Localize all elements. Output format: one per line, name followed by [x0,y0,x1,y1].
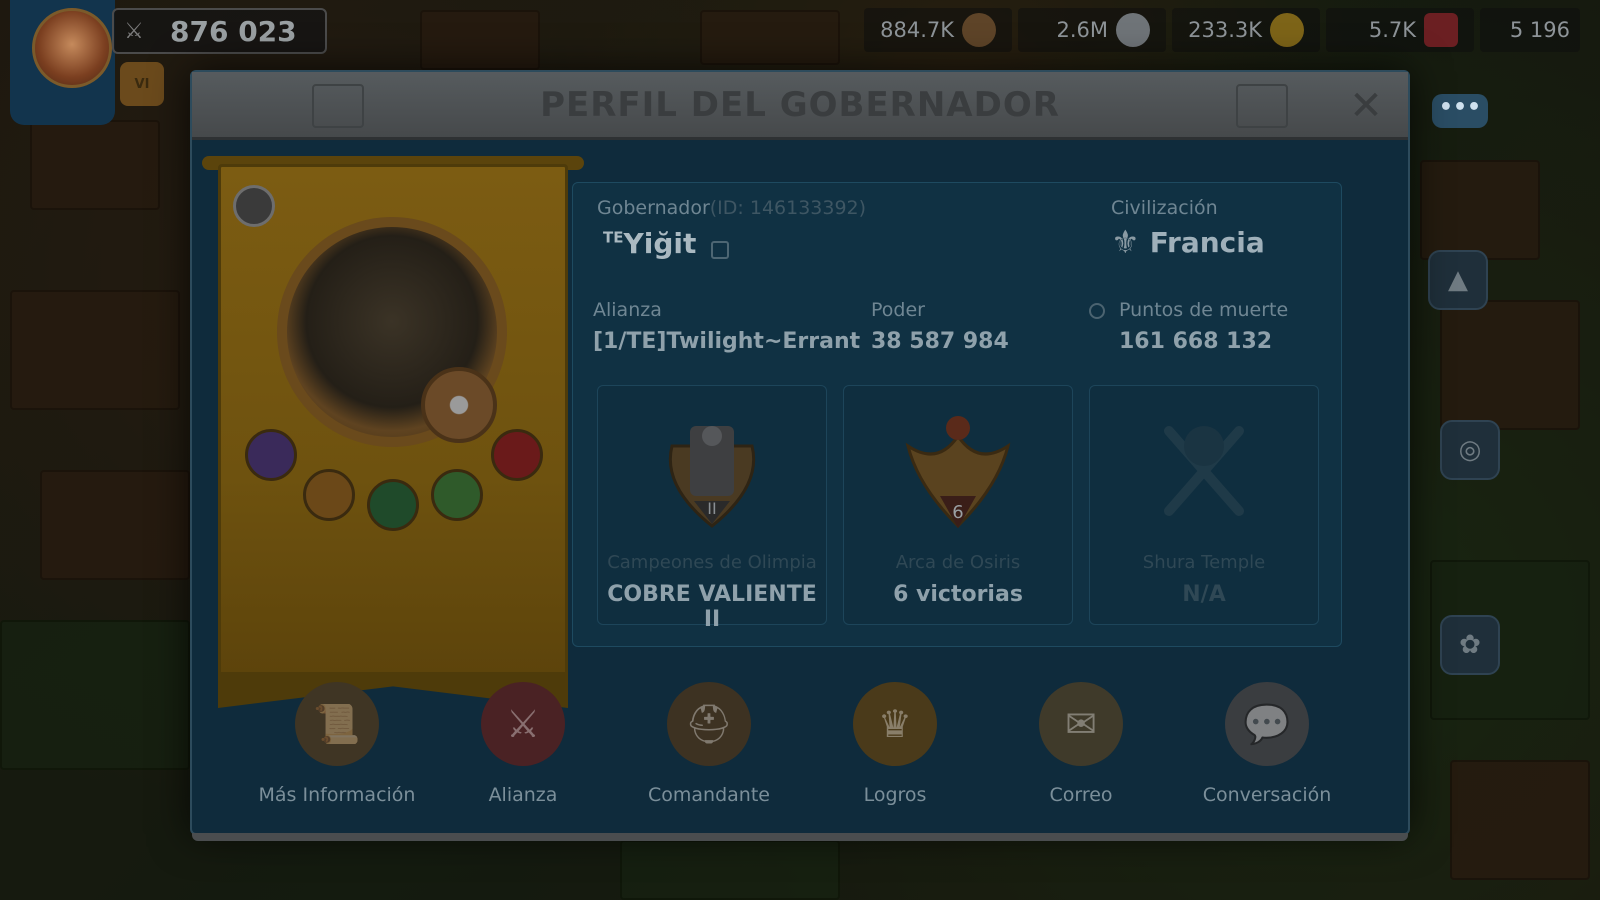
kill-points-value: 161 668 132 [1119,329,1273,354]
resource-stone[interactable]: 233.3K [1172,8,1320,52]
title-emblem-red-icon[interactable] [491,429,543,481]
governor-info-panel: Gobernador(ID: 146133392) TEYiğit Civili… [572,182,1342,647]
chat-icon: 💬 [1225,682,1309,766]
resource-stone-value: 233.3K [1188,18,1262,42]
wood-quick-icon[interactable]: ◎ [1440,420,1500,480]
nav-mail-label: Correo [1049,784,1113,806]
scroll-icon: 📜 [295,682,379,766]
close-button[interactable]: ✕ [1342,82,1390,130]
alliance-value[interactable]: [1/TE]Twilight~Errant [593,329,860,354]
header-ornament-left-icon [312,84,364,128]
nav-more-info[interactable]: 📜 Más Información [252,672,422,822]
header-ornament-right-icon [1236,84,1288,128]
crossed-swords-icon [1164,426,1244,516]
civilization-value: ⚜ Francia [1111,223,1265,261]
sword-icon: ⚔ [481,682,565,766]
wood-log-icon [962,13,996,47]
osiris-value: 6 victorias [893,582,1023,607]
crown-icon: ♛ [853,682,937,766]
power-stat-value: 38 587 984 [871,329,1009,354]
osiris-label: Arca de Osiris [895,552,1021,573]
gem-icon [1424,13,1458,47]
modal-title: PERFIL DEL GOBERNADOR [540,84,1060,125]
resource-gems-value: 5 196 [1509,18,1570,42]
shura-label: Shura Temple [1142,552,1266,573]
governor-profile-modal: PERFIL DEL GOBERNADOR ✕ Gobernador(ID: 1… [190,70,1410,841]
olympia-medal-text: II [707,499,716,518]
modal-bottom-edge [192,833,1408,841]
power-label: Poder [871,299,925,321]
nav-chat-label: Conversación [1202,784,1332,806]
governor-banner [218,164,568,686]
civilization-label: Civilización [1111,197,1218,219]
governor-label: Gobernador(ID: 146133392) [597,197,867,219]
resource-bar: 884.7K 2.6M 233.3K 5.7K 5 196 [864,8,1580,52]
info-icon[interactable] [1089,303,1105,319]
nav-more-info-label: Más Información [258,784,416,806]
osiris-medal-text: 6 [952,502,963,523]
shield-icon [421,367,497,443]
nav-commander-label: Comandante [648,784,770,806]
kill-points-label: Puntos de muerte [1119,299,1289,321]
resource-wood-value: 2.6M [1056,18,1108,42]
chat-button[interactable]: ••• [1432,94,1488,128]
nav-mail[interactable]: ✉ Correo [996,672,1166,822]
resource-gold-value: 5.7K [1368,18,1416,42]
resource-gems[interactable]: 5 196 [1480,8,1580,52]
resource-food-value: 884.7K [880,18,954,42]
vip-badge[interactable]: VI [120,62,164,106]
olympia-label: Campeones de Olimpia [607,552,817,573]
profile-bottom-nav: 📜 Más Información ⚔ Alianza ⛑ Comandante… [252,672,1352,822]
copy-icon[interactable] [711,241,729,259]
nav-commander[interactable]: ⛑ Comandante [624,672,794,822]
shura-value: N/A [1182,582,1226,607]
helmet-icon: ⛑ [667,682,751,766]
fleur-de-lis-icon: ⚜ [1111,223,1140,261]
title-emblem-gold-icon[interactable] [303,469,355,521]
resource-wood[interactable]: 2.6M [1018,8,1166,52]
osiris-card[interactable]: 6 Arca de Osiris 6 victorias [843,385,1073,625]
nav-achievements[interactable]: ♛ Logros [810,672,980,822]
title-emblem-lightgreen-icon[interactable] [431,469,483,521]
stone-icon [1116,13,1150,47]
sword-power-icon: ⚔ [124,18,144,44]
alliance-label: Alianza [593,299,662,321]
nav-alliance[interactable]: ⚔ Alianza [438,672,608,822]
resource-food[interactable]: 884.7K [864,8,1012,52]
title-emblem-purple-icon[interactable] [245,429,297,481]
olympia-medal-icon: II [668,426,756,528]
nav-chat[interactable]: 💬 Conversación [1182,672,1352,822]
resource-gold[interactable]: 5.7K [1326,8,1474,52]
olympia-value: COBRE VALIENTE II [607,582,817,632]
olympia-card[interactable]: II Campeones de Olimpia COBRE VALIENTE I… [597,385,827,632]
power-display: ⚔ 876 023 [112,8,327,54]
modal-header: PERFIL DEL GOBERNADOR ✕ [192,72,1408,140]
governor-tag: TE [603,228,624,247]
governor-name: TEYiğit [603,227,697,260]
player-avatar-frame[interactable] [10,0,115,125]
mail-icon: ✉ [1039,682,1123,766]
gold-coin-icon [1270,13,1304,47]
title-emblem-green-icon[interactable] [367,479,419,531]
corn-quick-icon[interactable]: ✿ [1440,615,1500,675]
stone-quick-icon[interactable]: ▲ [1428,250,1488,310]
power-value: 876 023 [170,14,297,48]
osiris-medal-icon: 6 [905,416,1011,529]
nav-achievements-label: Logros [863,784,927,806]
governor-id: (ID: 146133392) [709,197,867,219]
shura-card[interactable]: Shura Temple N/A [1089,385,1319,625]
nav-alliance-label: Alianza [488,784,558,806]
mini-avatar[interactable] [233,185,275,227]
player-avatar[interactable] [32,8,112,88]
